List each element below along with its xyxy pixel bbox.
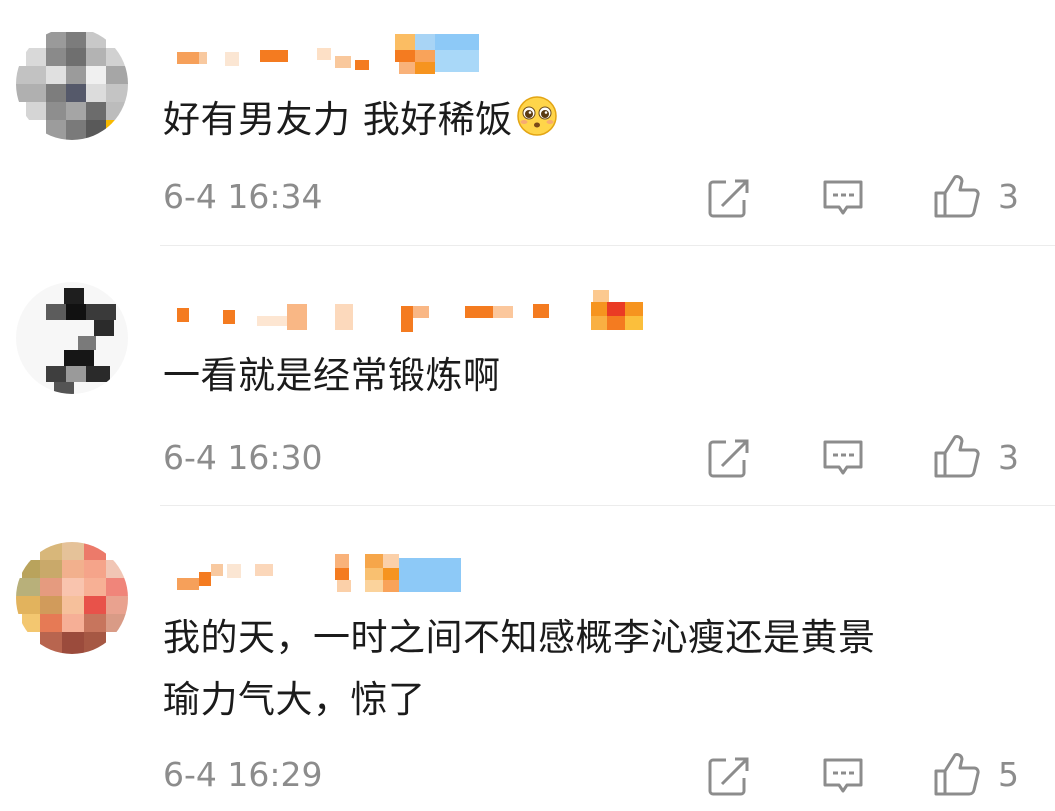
share-button[interactable] — [706, 436, 752, 480]
comment-text-line-2: 瑜力气大，惊了 — [163, 678, 426, 721]
avatar[interactable] — [16, 28, 128, 140]
avatar[interactable] — [16, 282, 128, 394]
share-edit-icon — [708, 179, 749, 218]
thumbs-up-icon — [934, 435, 980, 478]
like-button[interactable] — [932, 172, 982, 220]
comment-item-2: 一看就是经常锻炼啊 6-4 16:30 3 — [0, 246, 1055, 504]
comment-text-content: 一看就是经常锻炼啊 — [163, 354, 501, 397]
avatar[interactable] — [16, 542, 128, 654]
comment-timestamp: 6-4 16:30 — [163, 438, 323, 477]
pleading-face-emoji-icon — [515, 94, 559, 154]
share-button[interactable] — [706, 176, 752, 220]
comment-item-1: 好有男友力 我好稀饭 6-4 16:34 3 — [0, 0, 1055, 245]
comment-item-3: 我的天，一时之间不知感概李沁瘦还是黄景 瑜力气大，惊了 6-4 16:29 5 — [0, 506, 1055, 811]
comment-text-content: 好有男友力 我好稀饭 — [163, 98, 513, 141]
like-count: 3 — [998, 438, 1019, 477]
comment-text: 一看就是经常锻炼啊 — [163, 348, 1033, 404]
share-edit-icon — [708, 757, 749, 796]
reply-button[interactable] — [820, 176, 866, 220]
comment-bubble-icon — [823, 440, 863, 475]
thumbs-up-icon — [934, 175, 980, 218]
thumbs-up-icon — [934, 753, 980, 796]
share-button[interactable] — [706, 754, 752, 798]
comment-bubble-icon — [823, 758, 863, 793]
username-redacted[interactable] — [165, 552, 485, 592]
comment-text: 好有男友力 我好稀饭 — [163, 92, 1033, 154]
comment-text-line-1: 我的天，一时之间不知感概李沁瘦还是黄景 — [163, 616, 876, 659]
like-count: 5 — [998, 755, 1019, 794]
comment-timestamp: 6-4 16:29 — [163, 755, 323, 794]
like-button[interactable] — [932, 432, 982, 480]
reply-button[interactable] — [820, 436, 866, 480]
username-redacted[interactable] — [165, 34, 485, 74]
username-redacted[interactable] — [165, 290, 645, 332]
like-count: 3 — [998, 177, 1019, 216]
comment-text: 我的天，一时之间不知感概李沁瘦还是黄景 瑜力气大，惊了 — [163, 610, 1033, 728]
like-button[interactable] — [932, 750, 982, 798]
comment-bubble-icon — [823, 180, 863, 215]
share-edit-icon — [708, 439, 749, 478]
reply-button[interactable] — [820, 754, 866, 798]
comment-timestamp: 6-4 16:34 — [163, 177, 323, 216]
